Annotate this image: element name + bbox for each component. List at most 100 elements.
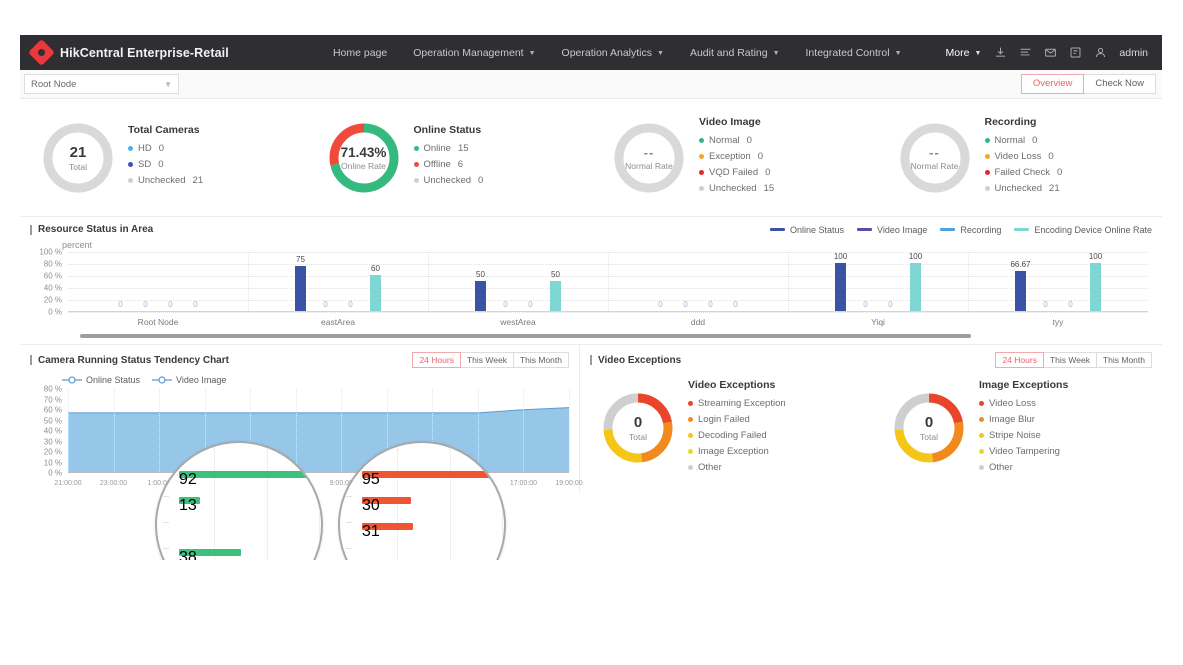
tendency-range-this-week[interactable]: This Week [459,352,514,368]
bar-column[interactable]: 0 [518,252,543,311]
lens-row-label: — [163,494,169,500]
exception-legend-item: Login Failed [688,414,786,425]
chart-legend-item[interactable]: Online Status [769,225,844,235]
legend-dot-icon [688,448,693,454]
legend-label: Video Image [877,224,928,235]
bar-column[interactable]: 0 [493,252,518,311]
mail-icon[interactable] [1044,46,1057,59]
lens-left-content: ····—92—13——38—22 [157,443,321,560]
lens-axis-number: · [317,447,320,453]
overview-button[interactable]: Overview [1020,74,1085,94]
exception-legend-label: Video Tampering [989,445,1060,457]
exceptions-range-this-month[interactable]: This Month [1095,352,1152,368]
exception-legend-label: Stripe Noise [989,429,1041,441]
lens-axis-number: · [395,447,398,453]
menu-item-integrated-control[interactable]: Integrated Control ▼ [793,35,915,70]
tendency-legend-online-status[interactable]: Online Status [62,375,140,385]
bar-column[interactable]: 60 [363,252,388,311]
bar-value-label: 0 [658,300,663,309]
bar-column[interactable]: 0 [338,252,363,311]
bar-column[interactable]: 50 [468,252,493,311]
exception-legend: Image Exceptions Video Loss Image Blur S… [979,379,1068,478]
bar-column[interactable]: 66.67 [1008,252,1033,311]
bar-column[interactable]: 0 [723,252,748,311]
bar-column[interactable]: 75 [288,252,313,311]
tendency-range-24-hours[interactable]: 24 Hours [412,352,461,368]
note-icon[interactable] [1069,46,1082,59]
exceptions-range-24-hours[interactable]: 24 Hours [995,352,1044,368]
bar-column[interactable]: 0 [648,252,673,311]
bar-rect[interactable] [1015,271,1026,311]
kpi-summary-row: 21 Total Total Cameras HD 0 SD 0 Uncheck… [20,99,1162,217]
bar-rect[interactable] [910,263,921,311]
check-now-button[interactable]: Check Now [1083,74,1156,94]
bar-column[interactable]: 100 [828,252,853,311]
menu-item-home-page[interactable]: Home page [320,35,400,70]
bar-column[interactable]: 0 [878,252,903,311]
resource-axis-unit: percent [62,240,93,250]
bar-rect[interactable] [1090,263,1101,311]
x-axis-tick: ddd [690,317,706,327]
user-icon[interactable] [1094,46,1107,59]
node-select-dropdown[interactable]: Root Node ▼ [24,74,179,94]
legend-swatch-icon [1014,228,1030,231]
kpi-legend-item: HD 0 [128,143,203,154]
horizontal-scrollbar[interactable] [80,334,971,338]
y-axis-tick: 80 % [43,259,62,269]
download-icon[interactable] [994,46,1007,59]
exception-legend-label: Video Loss [989,397,1036,409]
video-exceptions-header: Video Exceptions 24 Hours This Week This… [580,345,1162,372]
menu-item-more[interactable]: More ▼ [933,35,995,70]
bar-rect[interactable] [370,275,381,311]
kpi-card-2: -- Normal Rate Video Image Normal 0 Exce… [591,99,877,216]
bar-rect[interactable] [835,263,846,311]
bar-column[interactable]: 0 [1033,252,1058,311]
x-axis-tick: Root Node [137,317,179,327]
bar-rect[interactable] [295,266,306,311]
lens-bar: 13 [179,497,201,514]
bar-group: 66.67 0 0 100 [968,252,1148,311]
bar-column[interactable]: 0 [183,252,208,311]
legend-dot-icon [699,186,704,191]
x-axis-tick: eastArea [320,317,356,327]
bar-value-label: 0 [348,300,353,309]
application-window: HikCentral Enterprise-Retail Home page O… [20,35,1162,560]
exception-card-0: 0 Total Video Exceptions Streaming Excep… [580,379,871,478]
bar-value-label: 75 [296,255,305,264]
username-label[interactable]: admin [1119,47,1148,59]
menu-item-audit-and-rating[interactable]: Audit and Rating ▼ [677,35,793,70]
x-axis-tick: 21:00:00 [54,480,82,487]
bar-column[interactable]: 0 [133,252,158,311]
bar-column[interactable]: 0 [108,252,133,311]
menu-label: Integrated Control [805,46,890,59]
bar-column[interactable]: 0 [313,252,338,311]
bar-value-label: 0 [323,300,328,309]
video-exceptions-panel: Video Exceptions 24 Hours This Week This… [580,345,1162,493]
tendency-range-this-month[interactable]: This Month [512,352,569,368]
bar-rect[interactable] [475,281,486,311]
exception-legend-label: Image Blur [989,413,1035,425]
bar-column[interactable]: 100 [903,252,928,311]
menu-item-operation-analytics[interactable]: Operation Analytics ▼ [549,35,677,70]
bar-column[interactable]: 100 [1083,252,1108,311]
list-icon[interactable] [1019,46,1032,59]
exceptions-range-this-week[interactable]: This Week [1042,352,1097,368]
bar-column[interactable]: 0 [853,252,878,311]
resource-status-panel: Resource Status in Area Online Status Vi… [20,217,1162,345]
tendency-legend-video-image[interactable]: Video Image [152,375,226,385]
bar-column[interactable]: 0 [158,252,183,311]
lens-gridline [214,443,216,560]
chart-legend-item[interactable]: Video Image [857,225,927,235]
bar-column[interactable]: 0 [698,252,723,311]
chart-legend-item[interactable]: Encoding Device Online Rate [1014,225,1152,235]
chart-legend-item[interactable]: Recording [940,225,1001,235]
x-axis-tick: Yiqi [871,317,885,327]
chevron-down-icon: ▼ [164,79,172,89]
bar-column[interactable]: 0 [673,252,698,311]
exception-legend-label: Streaming Exception [698,397,786,409]
bar-column[interactable]: 0 [1058,252,1083,311]
bar-rect[interactable] [550,281,561,311]
bar-column[interactable]: 50 [543,252,568,311]
gridline [68,389,69,472]
menu-item-operation-management[interactable]: Operation Management ▼ [400,35,548,70]
